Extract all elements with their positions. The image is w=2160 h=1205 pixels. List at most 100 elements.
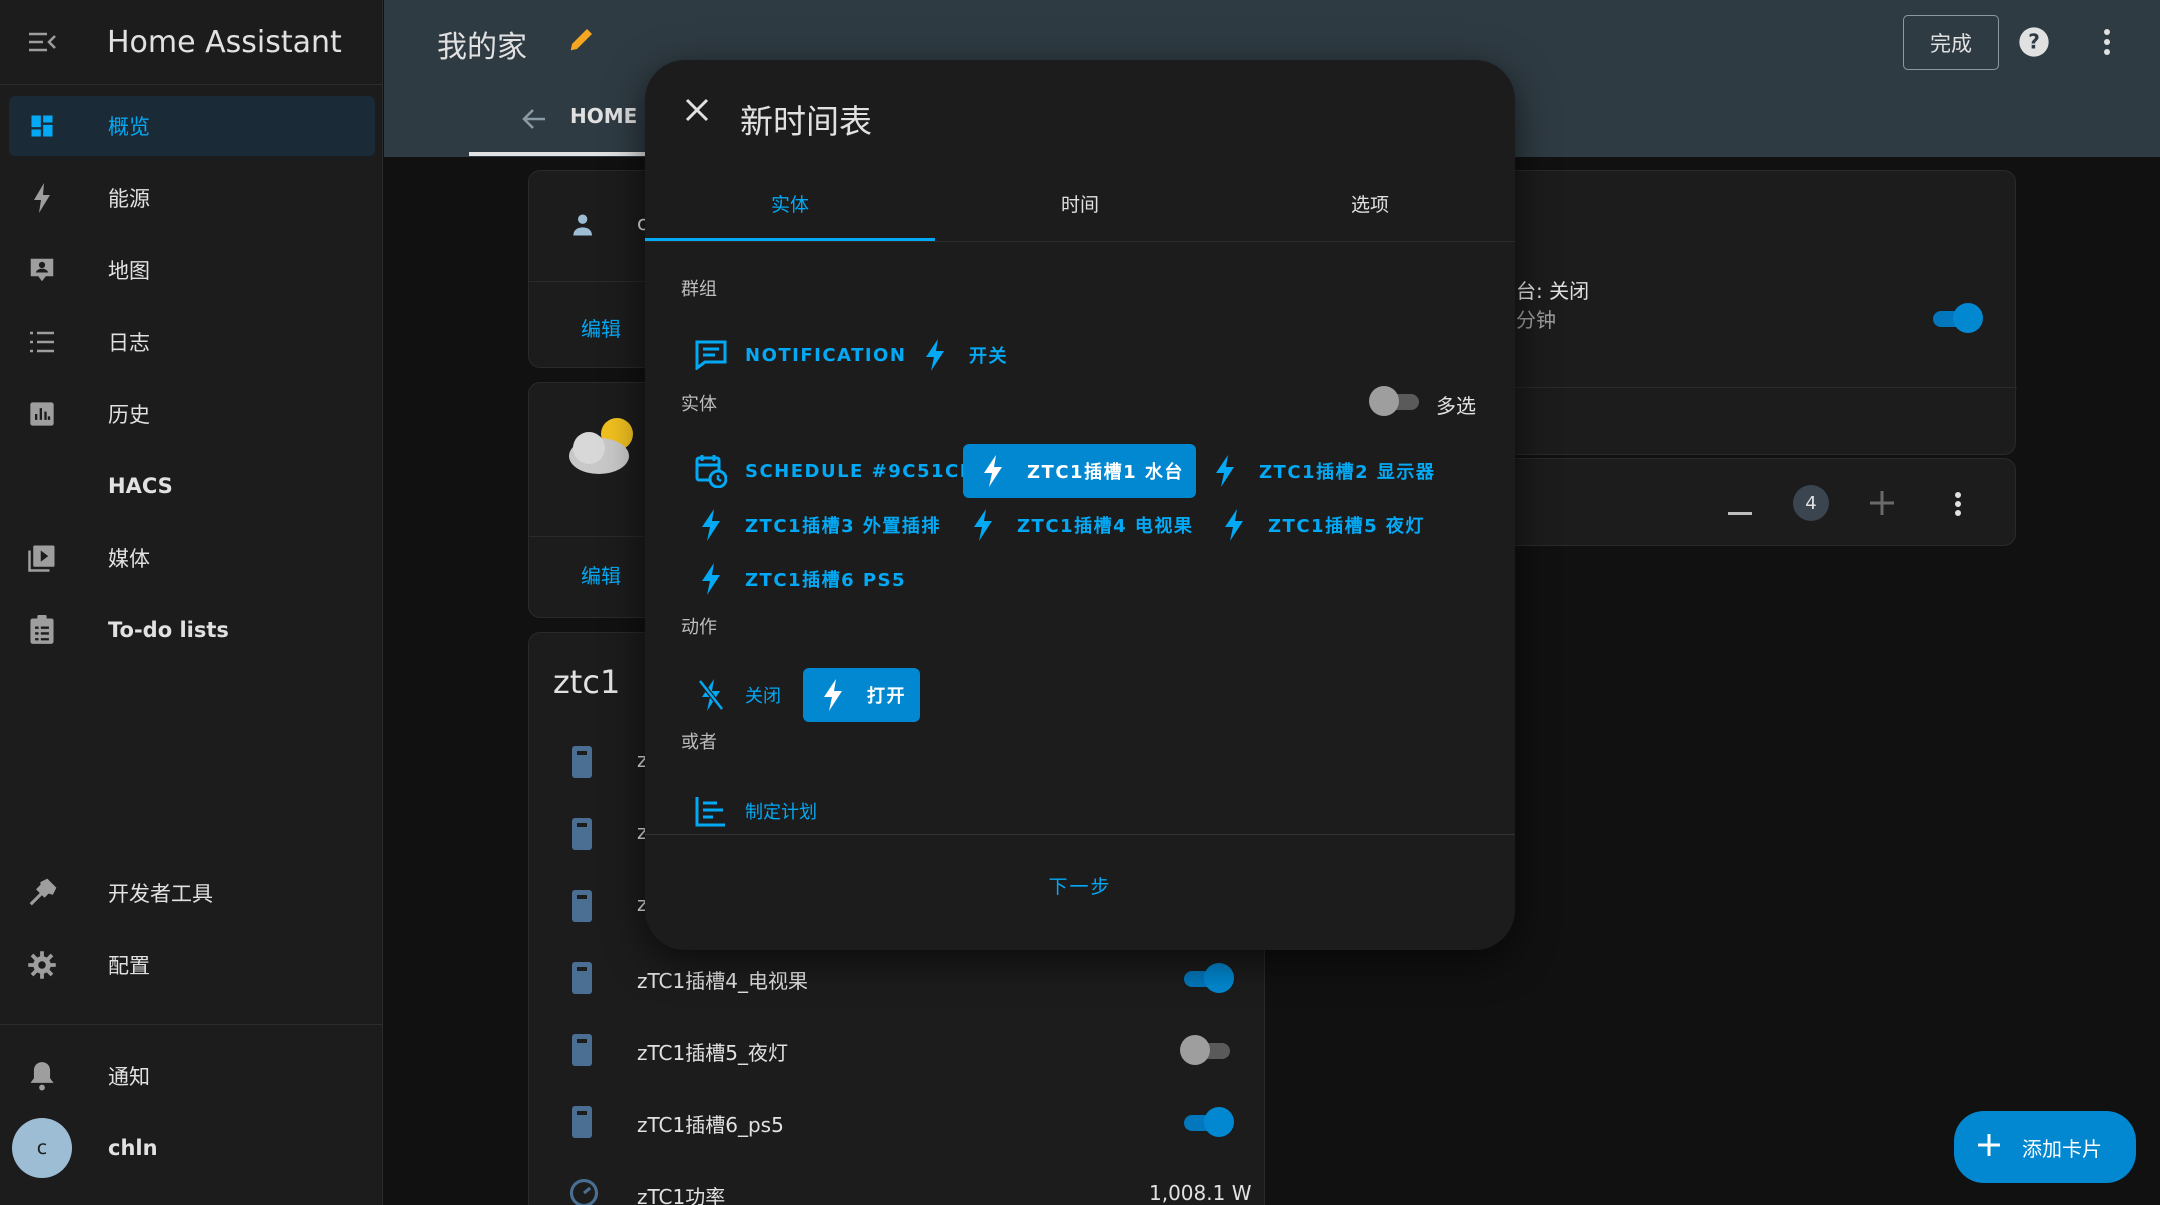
sidebar-item-developer-tools[interactable]: 开发者工具 bbox=[9, 863, 375, 923]
edit-link[interactable]: 编辑 bbox=[581, 560, 621, 589]
lightning-icon bbox=[917, 339, 953, 371]
tab-home[interactable]: HOME bbox=[570, 104, 637, 128]
page-title: 我的家 bbox=[437, 30, 527, 65]
lightning-off-icon bbox=[693, 679, 729, 711]
next-button[interactable]: 下一步 bbox=[645, 872, 1515, 899]
dashboard-icon bbox=[9, 112, 75, 140]
plug-icon bbox=[571, 1033, 593, 1071]
sidebar-header: Home Assistant bbox=[0, 0, 382, 85]
row-label: zTC1插槽5_夜灯 bbox=[637, 1041, 788, 1065]
more-vert-icon[interactable] bbox=[2103, 28, 2111, 60]
plug-icon bbox=[571, 1105, 593, 1143]
menu-collapse-icon[interactable] bbox=[0, 30, 84, 54]
sidebar-item-label: 概览 bbox=[108, 115, 150, 139]
sidebar-item-label: HACS bbox=[108, 474, 173, 498]
pencil-icon[interactable] bbox=[567, 24, 597, 58]
add-card-button[interactable]: 添加卡片 bbox=[1954, 1111, 2136, 1183]
sidebar-item-hacs[interactable]: HACS bbox=[9, 456, 375, 516]
toggle-switch[interactable] bbox=[1180, 1107, 1234, 1137]
list-icon bbox=[9, 330, 75, 354]
action-chip-on[interactable]: 打开 bbox=[803, 668, 920, 722]
card-title: ztc1 bbox=[553, 663, 621, 701]
gear-icon bbox=[9, 950, 75, 980]
sidebar-item-energy[interactable]: 能源 bbox=[9, 168, 375, 228]
sidebar-item-logbook[interactable]: 日志 bbox=[9, 312, 375, 372]
stepper-card: 4 bbox=[1480, 458, 2016, 546]
group-chip-notification[interactable]: NOTIFICATION bbox=[693, 328, 906, 382]
close-icon[interactable] bbox=[685, 98, 709, 126]
or-section-label: 或者 bbox=[681, 732, 717, 753]
sidebar-item-media[interactable]: 媒体 bbox=[9, 528, 375, 588]
tab-entity-underline bbox=[645, 238, 935, 241]
tab-entity[interactable]: 实体 bbox=[645, 190, 935, 217]
multi-select-label: 多选 bbox=[1436, 394, 1476, 418]
plus-icon[interactable] bbox=[1870, 491, 1894, 519]
weather-partly-cloudy-icon bbox=[559, 408, 643, 482]
entity-chip[interactable]: ZTC1插槽5 夜灯 bbox=[1216, 498, 1425, 552]
plug-icon bbox=[571, 889, 593, 927]
sidebar-item-label: 配置 bbox=[108, 954, 150, 978]
person-icon bbox=[571, 211, 599, 243]
plug-icon bbox=[571, 961, 593, 999]
row-label: zTC1插槽4_电视果 bbox=[637, 969, 808, 993]
tab-options[interactable]: 选项 bbox=[1225, 190, 1515, 217]
done-button[interactable]: 完成 bbox=[1903, 15, 1999, 70]
add-card-label: 添加卡片 bbox=[2022, 1136, 2102, 1161]
help-icon[interactable]: ? bbox=[2018, 26, 2050, 62]
user-name: chln bbox=[108, 1136, 158, 1160]
sidebar-item-overview[interactable]: 概览 bbox=[9, 96, 375, 156]
tab-home-underline bbox=[469, 152, 649, 156]
dialog-title: 新时间表 bbox=[740, 102, 872, 141]
status-subtext: 分钟 bbox=[1516, 308, 1556, 332]
entity-chip[interactable]: ZTC1插槽6 PS5 bbox=[693, 552, 906, 606]
toggle-switch[interactable] bbox=[1180, 1035, 1234, 1065]
minus-icon[interactable] bbox=[1728, 501, 1752, 520]
sidebar-item-notifications[interactable]: 通知 bbox=[9, 1046, 375, 1106]
lightning-icon bbox=[693, 509, 729, 541]
dialog-footer-divider bbox=[645, 834, 1515, 835]
edit-link[interactable]: 编辑 bbox=[581, 313, 621, 342]
sidebar-item-settings[interactable]: 配置 bbox=[9, 935, 375, 995]
clipboard-icon bbox=[9, 615, 75, 645]
more-vert-icon[interactable] bbox=[1954, 491, 1962, 521]
group-chip-switch[interactable]: 开关 bbox=[917, 328, 1008, 382]
sidebar-item-label: 开发者工具 bbox=[108, 882, 213, 906]
sidebar-item-history[interactable]: 历史 bbox=[9, 384, 375, 444]
tabs-border bbox=[645, 241, 1515, 242]
sidebar-item-user[interactable]: c chln bbox=[9, 1118, 375, 1178]
entity-chip[interactable]: ZTC1插槽3 外置插排 bbox=[693, 498, 941, 552]
multi-select-toggle[interactable] bbox=[1369, 386, 1423, 416]
sidebar-item-map[interactable]: 地图 bbox=[9, 240, 375, 300]
arrow-left-icon[interactable] bbox=[521, 108, 547, 134]
entity-chip-selected[interactable]: ZTC1插槽1 水台 bbox=[963, 444, 1196, 498]
make-plan-chip[interactable]: 制定计划 bbox=[693, 784, 817, 838]
lightning-icon bbox=[1207, 455, 1243, 487]
entity-chip-schedule[interactable]: SCHEDULE #9C51CB bbox=[693, 444, 975, 498]
status-text: 台: 关闭 bbox=[1516, 279, 1590, 303]
sidebar-item-todo[interactable]: To-do lists bbox=[9, 600, 375, 660]
entity-chip[interactable]: ZTC1插槽2 显示器 bbox=[1207, 444, 1435, 498]
sidebar-item-label: 地图 bbox=[108, 259, 150, 283]
action-chip-off[interactable]: 关闭 bbox=[693, 668, 781, 722]
power-label: zTC1功率 bbox=[637, 1185, 726, 1205]
toggle-switch[interactable] bbox=[1180, 963, 1234, 993]
map-icon bbox=[9, 255, 75, 285]
lightning-icon bbox=[965, 509, 1001, 541]
sidebar-item-label: 能源 bbox=[108, 187, 150, 211]
sidebar: Home Assistant 概览 能源 地图 日志 历史 HACS 媒体 To… bbox=[0, 0, 383, 1205]
hammer-icon bbox=[9, 878, 75, 908]
gauge-icon bbox=[569, 1178, 599, 1205]
entity-chip[interactable]: ZTC1插槽4 电视果 bbox=[965, 498, 1193, 552]
app-title: Home Assistant bbox=[107, 24, 342, 60]
lightning-icon bbox=[693, 563, 729, 595]
lightning-icon bbox=[975, 455, 1011, 487]
avatar: c bbox=[12, 1118, 72, 1178]
new-schedule-dialog: 新时间表 实体 时间 选项 群组 NOTIFICATION 开关 实体 多选 S… bbox=[645, 60, 1515, 950]
group-section-label: 群组 bbox=[681, 279, 717, 300]
sidebar-item-label: 历史 bbox=[108, 403, 150, 427]
row-label: zTC1插槽6_ps5 bbox=[637, 1113, 784, 1137]
toggle-switch[interactable] bbox=[1929, 303, 1983, 333]
tab-time[interactable]: 时间 bbox=[935, 190, 1225, 217]
status-card: 台: 关闭 分钟 bbox=[1480, 170, 2017, 455]
power-value: 1,008.1 W bbox=[1149, 1181, 1252, 1205]
